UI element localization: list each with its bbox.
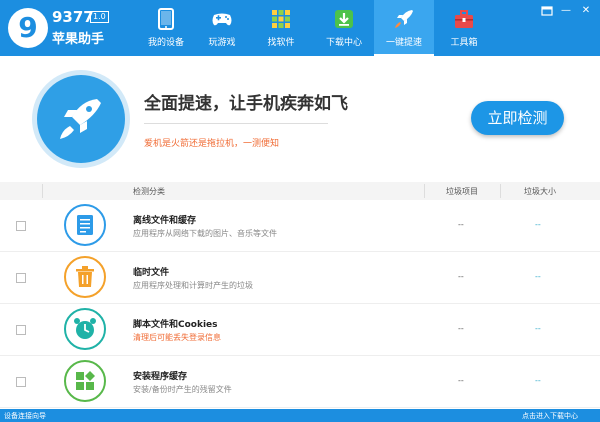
document-icon <box>64 204 106 246</box>
row-title: 离线文件和缓存 <box>133 216 197 226</box>
gamepad-icon <box>212 13 232 26</box>
rocket-badge <box>32 70 130 168</box>
row-junk-size: -- <box>535 376 541 385</box>
close-button[interactable]: ✕ <box>580 5 592 17</box>
nav-item-speedup[interactable]: 一键提速 <box>374 0 434 56</box>
row-junk-items: -- <box>458 324 464 333</box>
logo-number: 9377 <box>52 8 94 26</box>
column-divider <box>42 184 43 198</box>
table-row[interactable]: 临时文件 应用程序处理和计算时产生的垃圾 -- -- <box>0 252 600 304</box>
row-description: 清理后可能丢失登录信息 <box>133 333 221 342</box>
detect-now-button[interactable]: 立即检测 <box>471 101 564 135</box>
nav-item-my-device[interactable]: 我的设备 <box>136 0 196 56</box>
column-divider <box>424 184 425 198</box>
table-row[interactable]: 安装程序缓存 安装/备份时产生的残留文件 -- -- <box>0 356 600 408</box>
row-junk-size: -- <box>535 220 541 229</box>
row-description: 应用程序从网络下载的图片、音乐等文件 <box>133 229 277 238</box>
toolbox-icon <box>455 10 473 28</box>
column-header-items: 垃圾项目 <box>446 187 478 196</box>
nav-item-games[interactable]: 玩游戏 <box>192 0 252 56</box>
nav-label: 玩游戏 <box>208 38 236 48</box>
tablet-icon <box>158 8 174 30</box>
table-row[interactable]: 离线文件和缓存 应用程序从网络下载的图片、音乐等文件 -- -- <box>0 200 600 252</box>
row-junk-size: -- <box>535 324 541 333</box>
column-header-category: 检测分类 <box>133 187 165 196</box>
row-title: 脚本文件和Cookies <box>133 320 218 330</box>
table-row[interactable]: 脚本文件和Cookies 清理后可能丢失登录信息 -- -- <box>0 304 600 356</box>
nav-label: 一键提速 <box>385 38 422 48</box>
rocket-icon <box>395 10 413 28</box>
nav-item-download-center[interactable]: 下载中心 <box>314 0 374 56</box>
nav-item-software[interactable]: 找软件 <box>251 0 311 56</box>
row-checkbox[interactable] <box>16 273 26 283</box>
speedup-hero: 全面提速，让手机疾奔如飞 爱机是火箭还是拖拉机，一测便知 立即检测 <box>0 56 600 182</box>
logo-mark: 9 <box>8 8 48 48</box>
go-to-download-center-link[interactable]: 点击进入下载中心 <box>522 411 578 421</box>
row-checkbox[interactable] <box>16 325 26 335</box>
nav-label: 工具箱 <box>450 38 478 48</box>
nav-item-toolbox[interactable]: 工具箱 <box>434 0 494 56</box>
status-bar: 设备连接向导 点击进入下载中心 <box>0 409 600 422</box>
row-title: 安装程序缓存 <box>133 372 188 382</box>
download-icon <box>335 10 353 28</box>
divider <box>144 123 328 124</box>
nav-label: 下载中心 <box>325 38 362 48</box>
alarm-clock-icon <box>64 308 106 350</box>
title-bar: 9 9377 1.0 苹果助手 我的设备 玩游戏 找软件 下载中心 一键提速 工… <box>0 0 600 56</box>
nav-label: 找软件 <box>267 38 295 48</box>
row-junk-items: -- <box>458 376 464 385</box>
minimize-button[interactable]: — <box>560 5 572 17</box>
column-divider <box>500 184 501 198</box>
logo-name: 苹果助手 <box>52 32 105 47</box>
rocket-icon <box>60 99 101 139</box>
hero-subtitle: 爱机是火箭还是拖拉机，一测便知 <box>144 139 280 149</box>
row-title: 临时文件 <box>133 268 170 278</box>
apps-grid-icon <box>272 10 290 28</box>
logo-version-badge: 1.0 <box>90 11 109 23</box>
row-junk-size: -- <box>535 272 541 281</box>
skin-icon[interactable] <box>541 5 553 17</box>
row-checkbox[interactable] <box>16 221 26 231</box>
column-header-size: 垃圾大小 <box>524 187 556 196</box>
app-logo: 9 9377 1.0 苹果助手 <box>8 6 118 50</box>
app-blocks-icon <box>64 360 106 402</box>
nav-label: 我的设备 <box>147 38 184 48</box>
row-description: 应用程序处理和计算时产生的垃圾 <box>133 281 253 290</box>
table-header: 检测分类 垃圾项目 垃圾大小 <box>0 182 600 200</box>
hero-title: 全面提速，让手机疾奔如飞 <box>144 94 348 114</box>
row-junk-items: -- <box>458 220 464 229</box>
device-connect-guide-link[interactable]: 设备连接向导 <box>4 411 46 421</box>
row-description: 安装/备份时产生的残留文件 <box>133 385 232 394</box>
row-checkbox[interactable] <box>16 377 26 387</box>
trash-icon <box>64 256 106 298</box>
row-junk-items: -- <box>458 272 464 281</box>
